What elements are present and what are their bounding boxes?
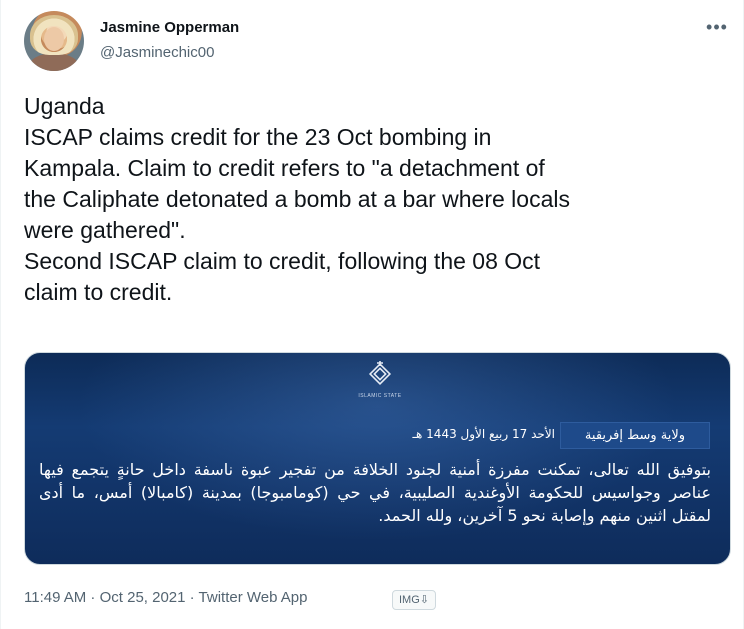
islamic-state-emblem-icon: [368, 361, 392, 386]
tweet-line: the Caliphate detonated a bomb at a bar …: [24, 186, 570, 212]
tweet-timestamp[interactable]: 11:49 AM · Oct 25, 2021 · Twitter Web Ap…: [24, 589, 307, 606]
tweet-card: Jasmine Opperman @Jasminechic00 ••• Ugan…: [0, 0, 744, 629]
tweet-line: were gathered".: [24, 217, 186, 243]
emblem-label: ISLAMIC STATE: [358, 393, 402, 399]
more-options-icon[interactable]: •••: [703, 16, 731, 38]
hijri-date: الأحد 17 ربيع الأول 1443 هـ: [412, 427, 556, 441]
avatar[interactable]: [24, 11, 84, 71]
avatar-shoulder: [28, 53, 80, 71]
province-label: ولاية وسط إفريقية: [560, 422, 710, 449]
img-download-badge[interactable]: IMG⇩: [392, 590, 436, 610]
author-display-name[interactable]: Jasmine Opperman: [100, 19, 239, 36]
tweet-media-image[interactable]: ISLAMIC STATE ولاية وسط إفريقية الأحد 17…: [24, 352, 731, 565]
avatar-face: [44, 27, 64, 51]
tweet-line: Uganda: [24, 93, 105, 119]
author-handle[interactable]: @Jasminechic00: [100, 44, 214, 61]
tweet-line: Second ISCAP claim to credit, following …: [24, 248, 541, 274]
tweet-line: ISCAP claims credit for the 23 Oct bombi…: [24, 124, 492, 150]
tweet-text: Uganda ISCAP claims credit for the 23 Oc…: [24, 91, 724, 308]
claim-text: بتوفيق الله تعالى، تمكنت مفرزة أمنية لجن…: [39, 460, 711, 525]
tweet-line: Kampala. Claim to credit refers to "a de…: [24, 155, 545, 181]
tweet-line: claim to credit.: [24, 279, 173, 305]
